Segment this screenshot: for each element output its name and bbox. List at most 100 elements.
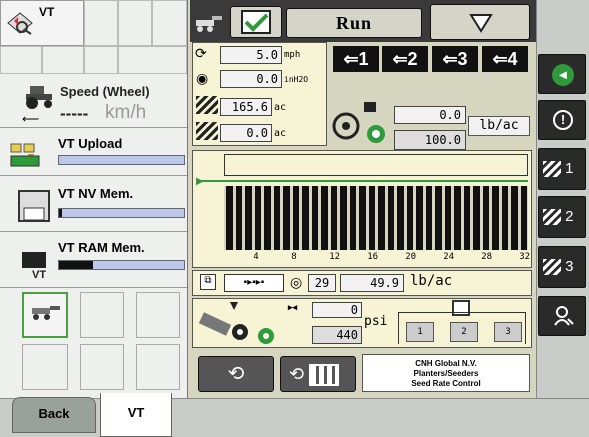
- section-button-1[interactable]: ⇐1: [333, 46, 379, 72]
- company-line-2: Planters/Seeders: [413, 369, 479, 378]
- row-bar: [330, 186, 337, 250]
- preset-button-3[interactable]: 3: [494, 322, 522, 342]
- row-bar: [425, 186, 432, 250]
- refresh-button[interactable]: ⟲: [198, 356, 274, 392]
- stat-area2-value: 0.0: [246, 126, 268, 140]
- row-bar: [482, 186, 489, 250]
- area-counter-button-1[interactable]: 1: [538, 148, 586, 190]
- area-icon: [543, 161, 561, 178]
- ram-mem-fill: [59, 261, 93, 269]
- copy-icon[interactable]: ⧉: [200, 274, 216, 290]
- stat-speed-value: 5.0: [256, 48, 278, 62]
- speed-label: Speed (Wheel): [60, 84, 150, 99]
- triangle-down-icon: [469, 13, 493, 38]
- row-bar: [454, 186, 461, 250]
- info-icon: !: [553, 110, 573, 130]
- target-line: [196, 180, 528, 182]
- fan-icon: [196, 300, 276, 351]
- refresh-icon: ⟲: [227, 363, 245, 385]
- rate-target-field[interactable]: 100.0: [394, 130, 466, 150]
- area-icon: [543, 209, 561, 226]
- pressure-arrows-icon: ▸◂: [288, 302, 298, 312]
- back-tab[interactable]: Back: [12, 397, 96, 433]
- preset-button-1[interactable]: 1: [406, 322, 434, 342]
- area-icon: [196, 122, 218, 140]
- empty-tile: [80, 344, 124, 390]
- operator-button[interactable]: [538, 296, 586, 336]
- row-bars: [224, 186, 528, 250]
- row-bar: [368, 186, 375, 250]
- ram-chip-icon: VT: [20, 246, 54, 281]
- row-count-field: 29: [308, 274, 336, 292]
- bottom-rate-field: 49.9: [340, 274, 404, 292]
- speed-value: -----: [60, 104, 89, 123]
- rate-target-value: 100.0: [424, 133, 461, 147]
- area-counter-label-3: 3: [565, 258, 574, 275]
- marker-arrow-icon: ▶: [196, 176, 204, 187]
- section-button-2[interactable]: ⇐2: [382, 46, 428, 72]
- speed-unit: km/h: [105, 102, 147, 123]
- rate-actual-value: 0.0: [439, 108, 461, 122]
- row-chart-top-band: [224, 154, 528, 176]
- company-line-3: Seed Rate Control: [411, 379, 481, 388]
- rate-actual-field: 0.0: [394, 106, 466, 124]
- ram-mem-progress: [58, 260, 185, 270]
- row-bar: [359, 186, 366, 250]
- row-bar: [378, 186, 385, 250]
- exit-button[interactable]: ◂: [538, 54, 586, 94]
- area-counter-label-1: 1: [565, 160, 574, 177]
- area-counter-button-2[interactable]: 2: [538, 196, 586, 238]
- vt-upload-widget: VT Upload: [0, 128, 187, 176]
- pressure-unit: psi: [364, 314, 388, 329]
- grid-cell: [118, 0, 152, 46]
- refresh-grid-button[interactable]: ⟲: [280, 356, 356, 392]
- stat-area1-unit: ac: [274, 102, 287, 113]
- person-search-icon: [553, 305, 575, 332]
- left-panel: VT Speed (Wheel) ----- km/h ⟵ VT Upload …: [0, 0, 188, 398]
- row-bar: [226, 186, 233, 250]
- row-bar: [406, 186, 413, 250]
- empty-tile: [80, 292, 124, 338]
- pressure-target-field[interactable]: 440: [312, 326, 362, 344]
- row-axis: 4 8 12 16 20 24 28 32: [224, 252, 530, 266]
- planter-tile[interactable]: [22, 292, 68, 338]
- stat-area1-value: 165.6: [231, 100, 268, 114]
- section-button-3[interactable]: ⇐3: [432, 46, 478, 72]
- row-bar: [321, 186, 328, 250]
- arrow-left-circle-icon: ◂: [552, 64, 574, 86]
- row-bar: [444, 186, 451, 250]
- row-count-value: 29: [314, 276, 330, 290]
- rate-unit: lb/ac: [468, 116, 530, 136]
- row-axis-label: 16: [367, 252, 379, 262]
- grid-cell: [84, 0, 118, 46]
- info-button[interactable]: !: [538, 100, 586, 140]
- section-button-4[interactable]: ⇐4: [482, 46, 528, 72]
- row-bar: [245, 186, 252, 250]
- vt-ram-mem-widget: VT VT RAM Mem.: [0, 232, 187, 288]
- row-bar: [511, 186, 518, 250]
- vt-tab[interactable]: VT: [100, 393, 172, 437]
- mode-dropdown-button[interactable]: [430, 4, 530, 40]
- vt-nv-mem-widget: VT NV Mem.: [0, 176, 187, 232]
- run-mode-label: Run: [286, 8, 422, 38]
- row-bar: [311, 186, 318, 250]
- pressure-field: 0: [312, 302, 362, 318]
- row-bar: [235, 186, 242, 250]
- row-bar: [302, 186, 309, 250]
- enable-button[interactable]: [230, 6, 282, 38]
- vt-icon: [6, 11, 34, 35]
- vt-icon-cell[interactable]: VT: [0, 0, 84, 46]
- nv-mem-progress: [58, 208, 185, 218]
- area-counter-button-3[interactable]: 3: [538, 246, 586, 288]
- grid-cell: [0, 46, 42, 74]
- row-bar: [292, 186, 299, 250]
- upload-progress: [58, 155, 185, 165]
- row-bar: [283, 186, 290, 250]
- row-bar: [463, 186, 470, 250]
- row-bar: [387, 186, 394, 250]
- preset-button-2[interactable]: 2: [450, 322, 478, 342]
- stat-area1-field: 165.6: [220, 98, 272, 116]
- planter-status-icon: [194, 12, 226, 39]
- pressure-value: 0: [350, 303, 358, 317]
- grid-cell: [84, 46, 118, 74]
